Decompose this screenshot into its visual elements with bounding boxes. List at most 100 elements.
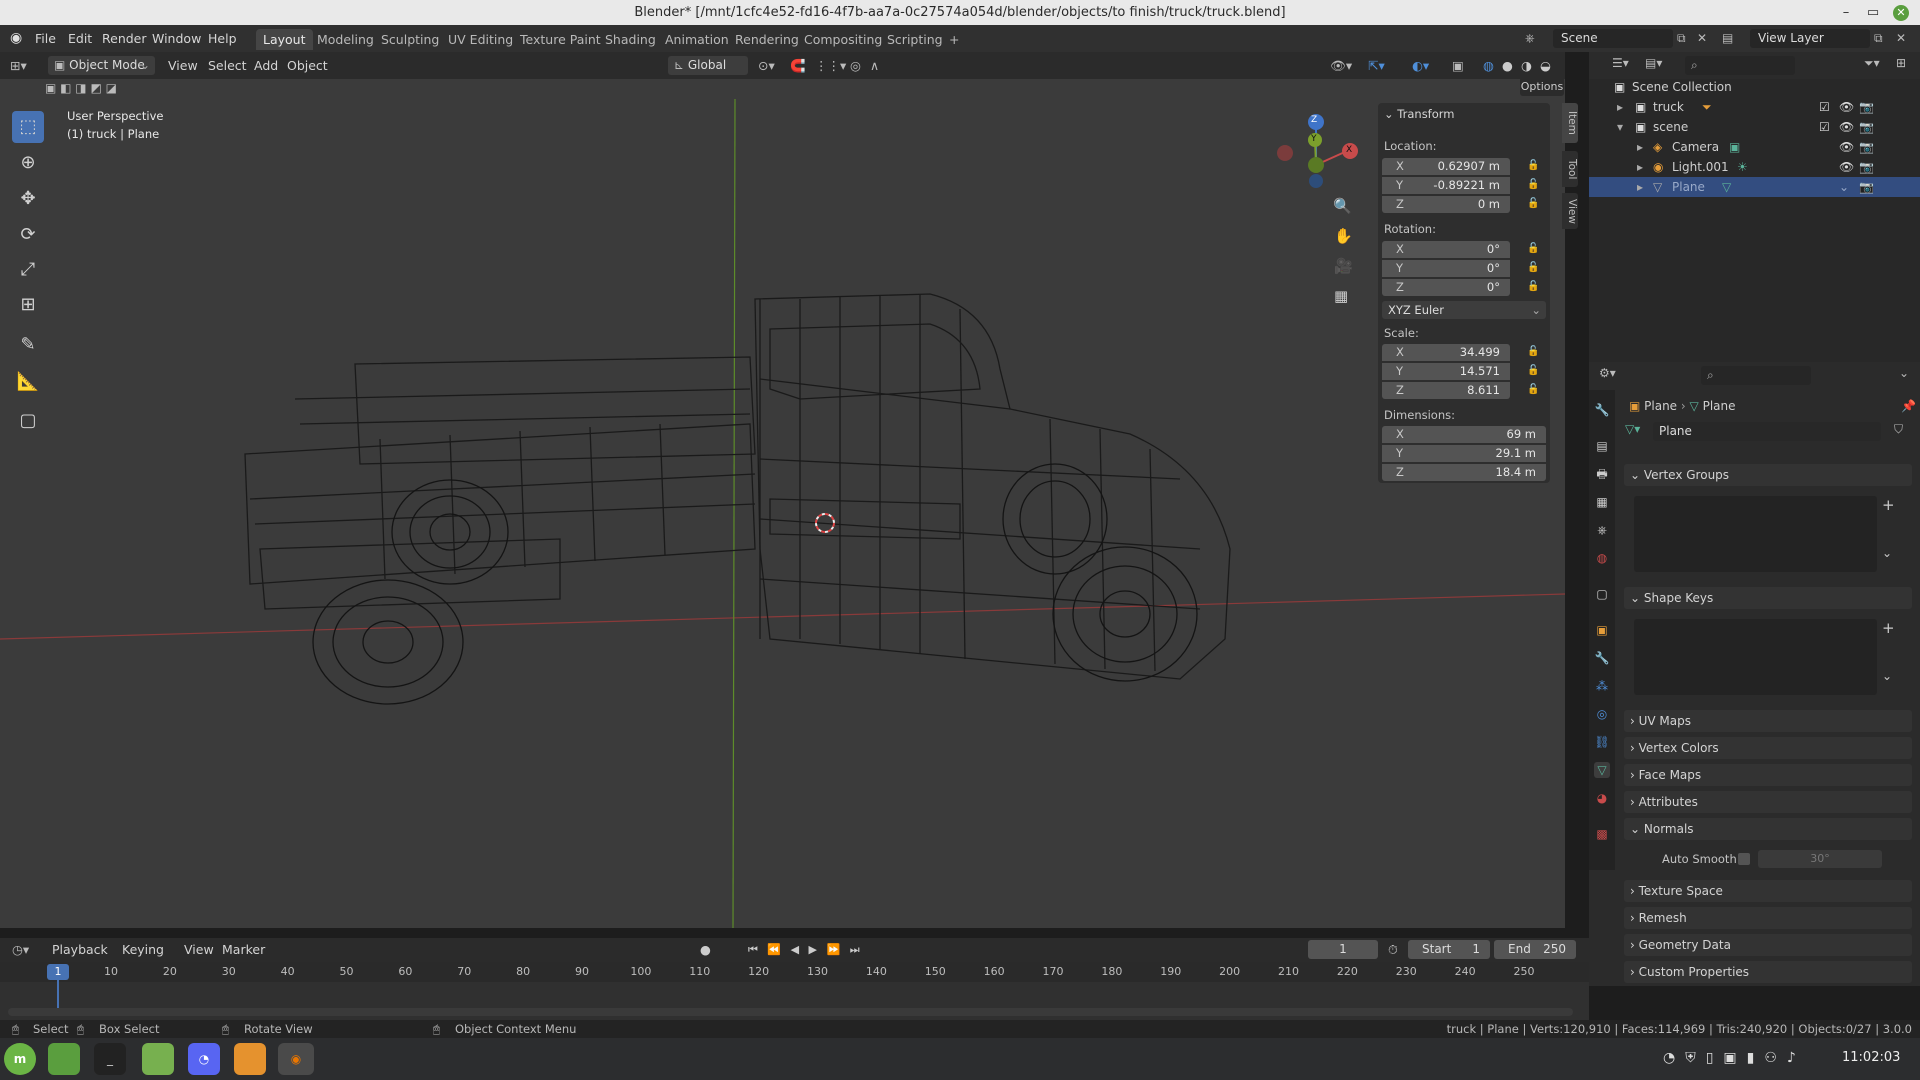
new-collection-icon[interactable]: ⊞ [1896, 56, 1916, 70]
3d-viewport[interactable]: Z Y X User Perspective (1) truck | Plane… [0, 79, 1565, 928]
start-frame-field[interactable]: Start 1 [1408, 940, 1490, 959]
sublime-icon[interactable] [234, 1043, 266, 1075]
panel-vertex-groups[interactable]: ⌄ Vertex Groups [1624, 464, 1912, 486]
solid-shading-icon[interactable]: ● [1502, 56, 1513, 75]
lock-icon[interactable]: 🔓 [1527, 160, 1539, 171]
panel-vertex-colors[interactable]: › Vertex Colors [1624, 737, 1912, 759]
tab-sculpting[interactable]: Sculpting [374, 29, 446, 50]
camera-render-icon[interactable]: 📷 [1859, 157, 1874, 177]
restore-icon[interactable]: ▭ [1860, 0, 1886, 25]
chevron-down-icon[interactable]: ⌄ [1882, 546, 1902, 560]
snap-icon[interactable]: 🧲 [790, 56, 806, 75]
add-shape-key-button[interactable]: + [1882, 619, 1902, 637]
rotation-y-field[interactable]: Y 0° [1382, 260, 1510, 277]
mesh-datablock-field[interactable]: Plane [1653, 422, 1881, 441]
zoom-icon[interactable]: 🔍 [1333, 197, 1353, 215]
menu-playback[interactable]: Playback ⌄ [52, 940, 112, 976]
outliner-row-plane[interactable]: ▸ ▽ Plane ▽ ⌄ 📷 [1589, 177, 1920, 197]
tab-tool[interactable]: Tool [1562, 151, 1578, 187]
menu-view[interactable]: View [168, 56, 198, 75]
rotate-tool-icon[interactable]: ⟳ [12, 219, 44, 251]
tab-modeling[interactable]: Modeling [310, 29, 381, 50]
camera-render-icon[interactable]: 📷 [1859, 137, 1874, 157]
checkbox-icon[interactable]: ☑ [1819, 97, 1830, 117]
filter-icon[interactable]: ⏷▾ [1864, 56, 1888, 71]
lock-icon[interactable]: 🔓 [1527, 262, 1539, 273]
dimensions-x-field[interactable]: X 69 m [1382, 426, 1546, 443]
menu-object[interactable]: Object [287, 56, 328, 75]
view-layer-tab-icon[interactable]: ▦ [1594, 494, 1610, 510]
shape-keys-list[interactable] [1634, 619, 1877, 695]
chevron-down-icon[interactable]: ⌄ [1899, 366, 1915, 380]
blender-logo-icon[interactable]: ◉ [10, 29, 22, 48]
current-frame-field[interactable]: 1 [1308, 940, 1378, 959]
eye-icon[interactable]: 👁 [1839, 137, 1854, 157]
files-icon[interactable] [48, 1043, 80, 1075]
select-box-tool-icon[interactable]: ⬚ [12, 111, 44, 143]
panel-normals[interactable]: ⌄ Normals [1624, 818, 1912, 840]
timeline-editor-icon[interactable]: ◷▾ [12, 940, 29, 959]
lock-icon[interactable]: 🔓 [1527, 198, 1539, 209]
location-x-field[interactable]: X 0.62907 m [1382, 158, 1510, 175]
scene-icon[interactable]: ⎈ [1525, 29, 1545, 48]
scale-y-field[interactable]: Y 14.571 [1382, 363, 1510, 380]
scale-z-field[interactable]: Z 8.611 [1382, 382, 1510, 399]
clock[interactable]: 11:02:03 [1842, 1050, 1900, 1065]
view-layer-icon[interactable]: ▤ [1722, 29, 1742, 48]
eye-hidden-icon[interactable]: ⌄ [1839, 177, 1849, 197]
outliner-row-scene[interactable]: ▾ ▣ scene ☑ 👁 📷 [1589, 117, 1920, 137]
panel-geometry-data[interactable]: › Geometry Data [1624, 934, 1912, 956]
constraints-tab-icon[interactable]: ⛓ [1594, 734, 1610, 750]
playback-controls-icons[interactable]: ⏮ ⏪ ◀ ▶ ⏩ ⏭ [748, 940, 863, 959]
particles-tab-icon[interactable]: ⁂ [1594, 678, 1610, 694]
tab-scripting[interactable]: Scripting [880, 29, 950, 50]
tab-animation[interactable]: Animation [658, 29, 736, 50]
outliner-search-input[interactable]: ⌕ [1685, 56, 1795, 75]
gizmo-x-label[interactable]: X [1346, 145, 1356, 155]
mesh-browse-icon[interactable]: ▽▾ [1625, 422, 1653, 436]
outliner-row-camera[interactable]: ▸ ◈ Camera ▣ 👁 📷 [1589, 137, 1920, 157]
tab-uv-editing[interactable]: UV Editing [441, 29, 520, 50]
menu-window[interactable]: Window [152, 29, 201, 48]
fake-user-shield-icon[interactable]: ⛉ [1894, 422, 1910, 437]
menu-keying[interactable]: Keying ⌄ [122, 940, 177, 976]
overlays-icon[interactable]: ◐▾ [1412, 56, 1429, 75]
eye-icon[interactable]: 👁 [1839, 97, 1854, 117]
tab-layout[interactable]: Layout [256, 29, 313, 50]
lock-icon[interactable]: 🔓 [1527, 243, 1539, 254]
world-tab-icon[interactable]: ◍ [1594, 550, 1610, 566]
lock-icon[interactable]: 🔓 [1527, 179, 1539, 190]
tab-compositing[interactable]: Compositing [797, 29, 889, 50]
output-tab-icon[interactable]: 🖶 [1594, 466, 1610, 482]
panel-shape-keys[interactable]: ⌄ Shape Keys [1624, 587, 1912, 609]
camera-render-icon[interactable]: 📷 [1859, 177, 1874, 197]
remove-view-layer-icon[interactable]: ✕ [1896, 29, 1914, 48]
add-cube-tool-icon[interactable]: ▢ [12, 405, 44, 437]
stopwatch-icon[interactable]: ⏱ [1388, 940, 1398, 959]
timeline[interactable]: 1 10 20 30 40 50 60 70 80 90 100 110 120 130 140 150 160… [0, 962, 1589, 1020]
lock-icon[interactable]: 🔓 [1527, 365, 1539, 376]
pin-icon[interactable]: 📌 [1901, 399, 1917, 413]
menu-edit[interactable]: Edit [68, 29, 92, 48]
menu-marker[interactable]: Marker [222, 940, 265, 959]
mint-menu-icon[interactable]: m [4, 1043, 36, 1075]
panel-texture-space[interactable]: › Texture Space [1624, 880, 1912, 902]
scene-selector[interactable]: Scene [1553, 29, 1673, 48]
transform-tool-icon[interactable]: ⊞ [12, 289, 44, 321]
options-button[interactable]: Options [1520, 79, 1564, 96]
remove-scene-icon[interactable]: ✕ [1697, 29, 1715, 48]
orientation-selector[interactable]: ⊾ Global [668, 56, 748, 75]
outliner-editor-icon[interactable]: ☰▾ [1612, 56, 1636, 70]
move-tool-icon[interactable]: ✥ [12, 183, 44, 215]
menu-select[interactable]: Select [208, 56, 247, 75]
render-tab-icon[interactable]: ▤ [1594, 438, 1610, 454]
panel-face-maps[interactable]: › Face Maps [1624, 764, 1912, 786]
chevron-right-icon[interactable]: ▸ [1637, 177, 1643, 197]
auto-smooth-angle-field[interactable]: 30° [1758, 850, 1882, 868]
physics-tab-icon[interactable]: ◎ [1594, 706, 1610, 722]
material-shading-icon[interactable]: ◑ [1521, 56, 1532, 75]
timeline-scrollbar[interactable] [8, 1008, 1573, 1016]
eye-icon[interactable]: 👁 [1839, 117, 1854, 137]
close-icon[interactable]: ✕ [1888, 0, 1914, 25]
outliner-row-scene-collection[interactable]: ▣ Scene Collection [1589, 77, 1920, 97]
